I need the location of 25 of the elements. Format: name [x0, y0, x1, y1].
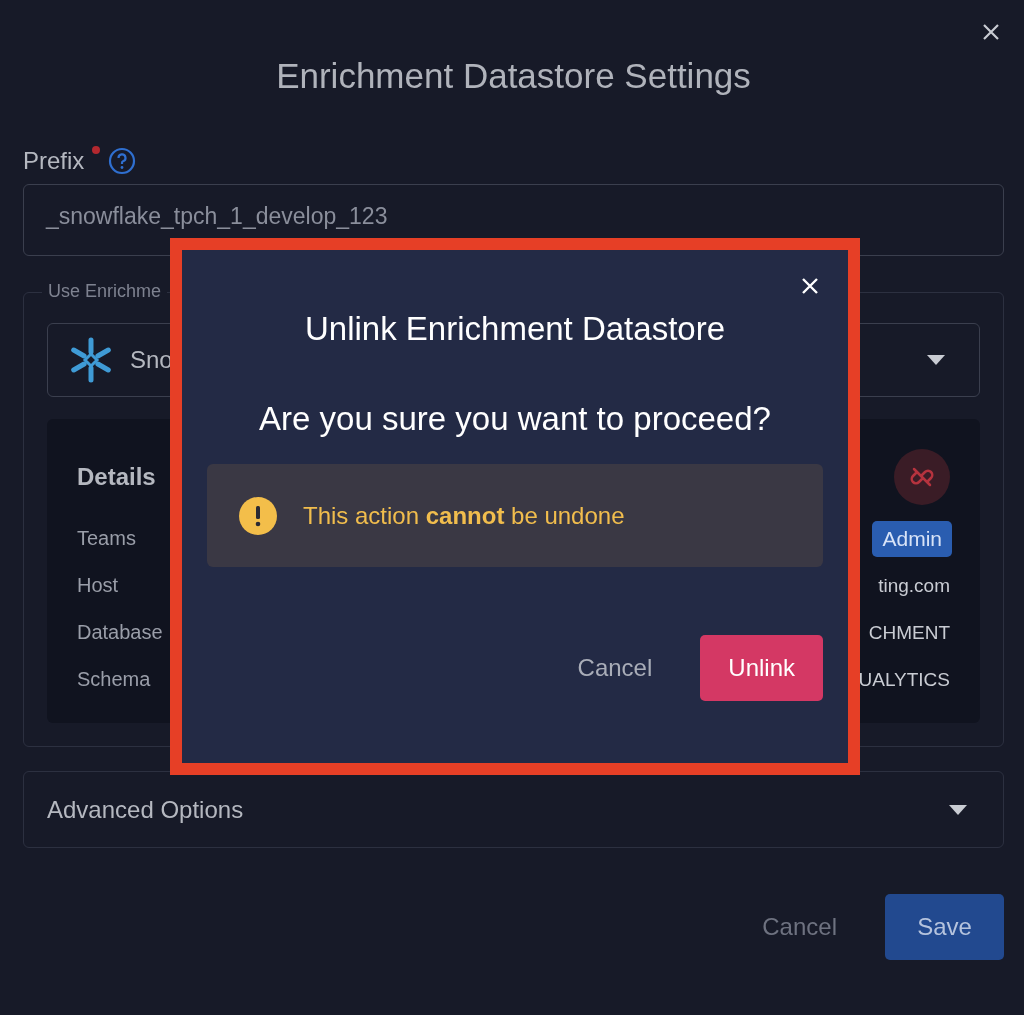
dialog-title: Enrichment Datastore Settings	[276, 56, 751, 96]
detail-label: Schema	[77, 668, 151, 691]
detail-label: Database	[77, 621, 163, 644]
snowflake-icon	[68, 337, 114, 383]
detail-label: Teams	[77, 527, 136, 550]
details-title: Details	[77, 463, 156, 491]
detail-value: UALYTICS	[858, 668, 950, 691]
modal-question: Are you sure you want to proceed?	[258, 400, 772, 438]
close-icon[interactable]	[981, 22, 1001, 42]
help-icon[interactable]	[108, 147, 137, 175]
dialog-button[interactable]: Save	[885, 894, 1004, 960]
detail-value: CHMENT	[868, 621, 950, 644]
detail-label: Host	[77, 574, 119, 597]
warning-icon	[239, 496, 277, 535]
modal-title: Unlink Enrichment Datastore	[305, 309, 725, 348]
dialog-button[interactable]: Cancel	[734, 894, 865, 960]
advanced-options[interactable]: Advanced Options	[23, 771, 1004, 848]
caret-icon	[927, 355, 945, 365]
modal-button[interactable]: Cancel	[549, 635, 681, 701]
unlink-icon[interactable]	[894, 449, 950, 505]
modal-button[interactable]: Unlink	[700, 635, 823, 701]
detail-value: ting.com	[878, 574, 950, 597]
field-label: Prefix	[23, 147, 85, 175]
team-tag: Admin	[872, 520, 952, 557]
warning-text: This action cannot be undone	[303, 501, 625, 530]
